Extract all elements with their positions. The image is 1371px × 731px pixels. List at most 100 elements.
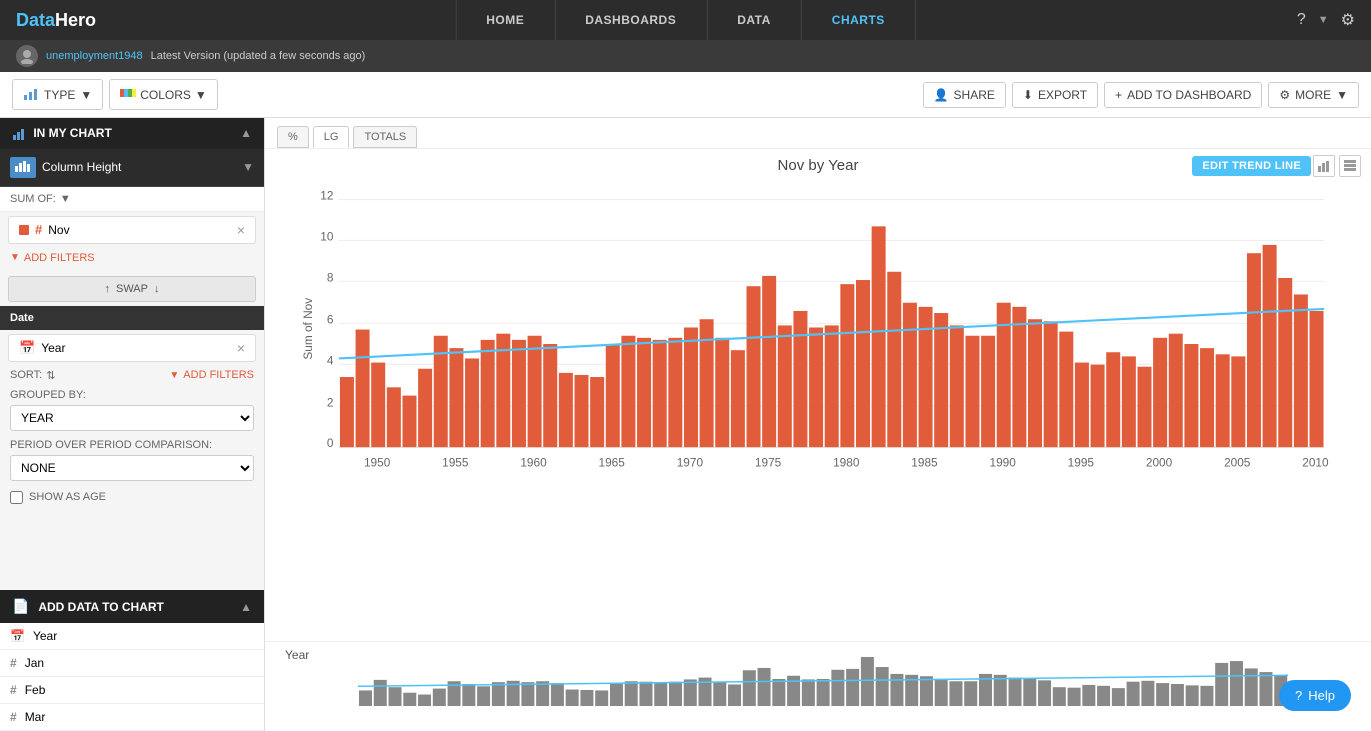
swap-button[interactable]: ↑ SWAP ↓ — [8, 276, 256, 302]
logo: DataHero — [16, 10, 96, 31]
svg-text:1980: 1980 — [833, 456, 860, 470]
grouped-by-row: GROUPED BY: YEAR — [0, 385, 264, 435]
svg-text:1970: 1970 — [677, 456, 704, 470]
nav-charts[interactable]: CHARTS — [802, 0, 916, 40]
hash-jan-icon: # — [10, 656, 17, 670]
swap-label: SWAP — [116, 283, 148, 295]
svg-text:1950: 1950 — [364, 456, 391, 470]
export-icon: ⬇ — [1023, 88, 1033, 102]
nov-hash-icon: # — [35, 222, 42, 237]
swap-right-icon: ↓ — [154, 283, 160, 295]
nav-links: HOME DASHBOARDS DATA CHARTS — [455, 0, 916, 40]
help-label: Help — [1308, 688, 1335, 703]
nov-remove-icon[interactable]: × — [237, 222, 245, 238]
more-button[interactable]: ⚙ MORE ▼ — [1268, 82, 1359, 108]
chart-title-area: Nov by Year EDIT TREND LINE — [265, 149, 1371, 178]
edit-trend-button[interactable]: EDIT TREND LINE — [1192, 156, 1311, 176]
svg-text:1960: 1960 — [520, 456, 547, 470]
data-table-view-icon[interactable] — [1339, 155, 1361, 177]
chart-svg-container: 12 10 8 6 4 2 0 Sum of Nov 195019551 — [265, 178, 1371, 641]
share-button[interactable]: 👤 SHARE — [923, 82, 1006, 108]
svg-text:1985: 1985 — [911, 456, 938, 470]
year-data-label: Year — [33, 629, 57, 643]
add-data-expand-icon[interactable]: ▲ — [240, 600, 252, 614]
sub-header: unemployment1948 Latest Version (updated… — [0, 40, 1371, 72]
colors-label: COLORS — [140, 88, 191, 102]
sum-of-row: SUM OF: ▼ — [0, 187, 264, 212]
nov-field-tag: # Nov × — [8, 216, 256, 244]
field-feb[interactable]: # Feb — [0, 677, 264, 704]
svg-text:8: 8 — [327, 270, 334, 284]
avatar — [16, 45, 38, 67]
svg-text:2000: 2000 — [1146, 456, 1173, 470]
export-label: EXPORT — [1038, 88, 1087, 102]
svg-text:0: 0 — [327, 436, 334, 450]
add-dashboard-button[interactable]: + ADD TO DASHBOARD — [1104, 82, 1262, 108]
colors-arrow-icon: ▼ — [195, 88, 207, 102]
gear-icon: ⚙ — [1279, 88, 1290, 102]
help-circle-icon: ? — [1295, 688, 1302, 703]
add-data-label: ADD DATA TO CHART — [38, 600, 164, 614]
top-nav: DataHero HOME DASHBOARDS DATA CHARTS ? ▼… — [0, 0, 1371, 40]
nav-dashboards[interactable]: DASHBOARDS — [555, 0, 707, 40]
chart-tabs: % LG TOTALS — [265, 118, 1371, 149]
add-icon: + — [1115, 88, 1122, 102]
nav-data[interactable]: DATA — [707, 0, 802, 40]
share-label: SHARE — [954, 88, 995, 102]
chart-type-icon — [10, 157, 36, 178]
colors-button[interactable]: COLORS ▼ — [109, 79, 218, 110]
collapse-icon[interactable]: ▲ — [240, 126, 252, 140]
bar-chart-view-icon[interactable] — [1313, 155, 1335, 177]
sort-arrows-icon: ⇅ — [46, 369, 55, 382]
field-mar[interactable]: # Mar — [0, 704, 264, 731]
field-year[interactable]: 📅 Year — [0, 623, 264, 650]
svg-text:1955: 1955 — [442, 456, 469, 470]
calendar-field-icon: 📅 — [10, 629, 25, 643]
more-arrow-icon: ▼ — [1336, 88, 1348, 102]
field-jan[interactable]: # Jan — [0, 650, 264, 677]
svg-text:1995: 1995 — [1068, 456, 1095, 470]
in-my-chart-header: IN MY CHART ▲ — [0, 118, 264, 149]
date-header: Date — [0, 306, 264, 330]
export-button[interactable]: ⬇ EXPORT — [1012, 82, 1098, 108]
chart-title: Nov by Year — [778, 157, 859, 174]
in-my-chart-title: IN MY CHART — [12, 126, 112, 141]
type-arrow-icon: ▼ — [80, 88, 92, 102]
add-filters-link2[interactable]: ADD FILTERS — [183, 369, 254, 381]
tab-percent[interactable]: % — [277, 126, 309, 148]
chart-icon — [23, 85, 39, 104]
svg-text:1990: 1990 — [989, 456, 1016, 470]
svg-text:1975: 1975 — [755, 456, 782, 470]
add-dashboard-label: ADD TO DASHBOARD — [1127, 88, 1251, 102]
chart-type-arrow-icon: ▼ — [242, 160, 254, 174]
add-filters-link[interactable]: ADD FILTERS — [24, 252, 95, 264]
tab-lg[interactable]: LG — [313, 126, 350, 148]
help-icon[interactable]: ? — [1297, 11, 1306, 29]
year-field-label: Year — [41, 341, 65, 355]
chart-type-selector[interactable]: Column Height ▼ — [0, 149, 264, 187]
svg-text:4: 4 — [327, 353, 334, 367]
grouped-by-select[interactable]: YEAR — [10, 405, 254, 431]
add-data-icon: 📄 — [12, 598, 29, 614]
show-as-age-checkbox[interactable] — [10, 491, 23, 504]
mini-chart-label: Year — [285, 648, 309, 662]
nov-field-label: Nov — [48, 223, 231, 237]
settings-icon[interactable]: ⚙ — [1341, 10, 1355, 30]
calendar-icon: 📅 — [19, 340, 35, 356]
date-section: Date 📅 Year × SORT: ⇅ ▼ ADD FILTERS — [0, 306, 264, 510]
add-data-section: 📄 ADD DATA TO CHART ▲ — [0, 590, 264, 623]
year-remove-icon[interactable]: × — [237, 340, 245, 356]
add-filters-row: ▼ ADD FILTERS — [0, 248, 264, 272]
feb-data-label: Feb — [25, 683, 46, 697]
type-button[interactable]: TYPE ▼ — [12, 79, 103, 110]
filename-link[interactable]: unemployment1948 — [46, 50, 143, 62]
nav-home[interactable]: HOME — [455, 0, 555, 40]
mini-chart-area: Year — [265, 641, 1371, 731]
tab-totals[interactable]: TOTALS — [353, 126, 417, 148]
period-select[interactable]: NONE — [10, 455, 254, 481]
help-button[interactable]: ? Help — [1279, 680, 1351, 711]
svg-text:2: 2 — [327, 395, 334, 409]
sort-row: SORT: ⇅ ▼ ADD FILTERS — [0, 366, 264, 385]
nav-right: ? ▼ ⚙ — [1297, 10, 1355, 30]
svg-text:12: 12 — [320, 189, 333, 203]
